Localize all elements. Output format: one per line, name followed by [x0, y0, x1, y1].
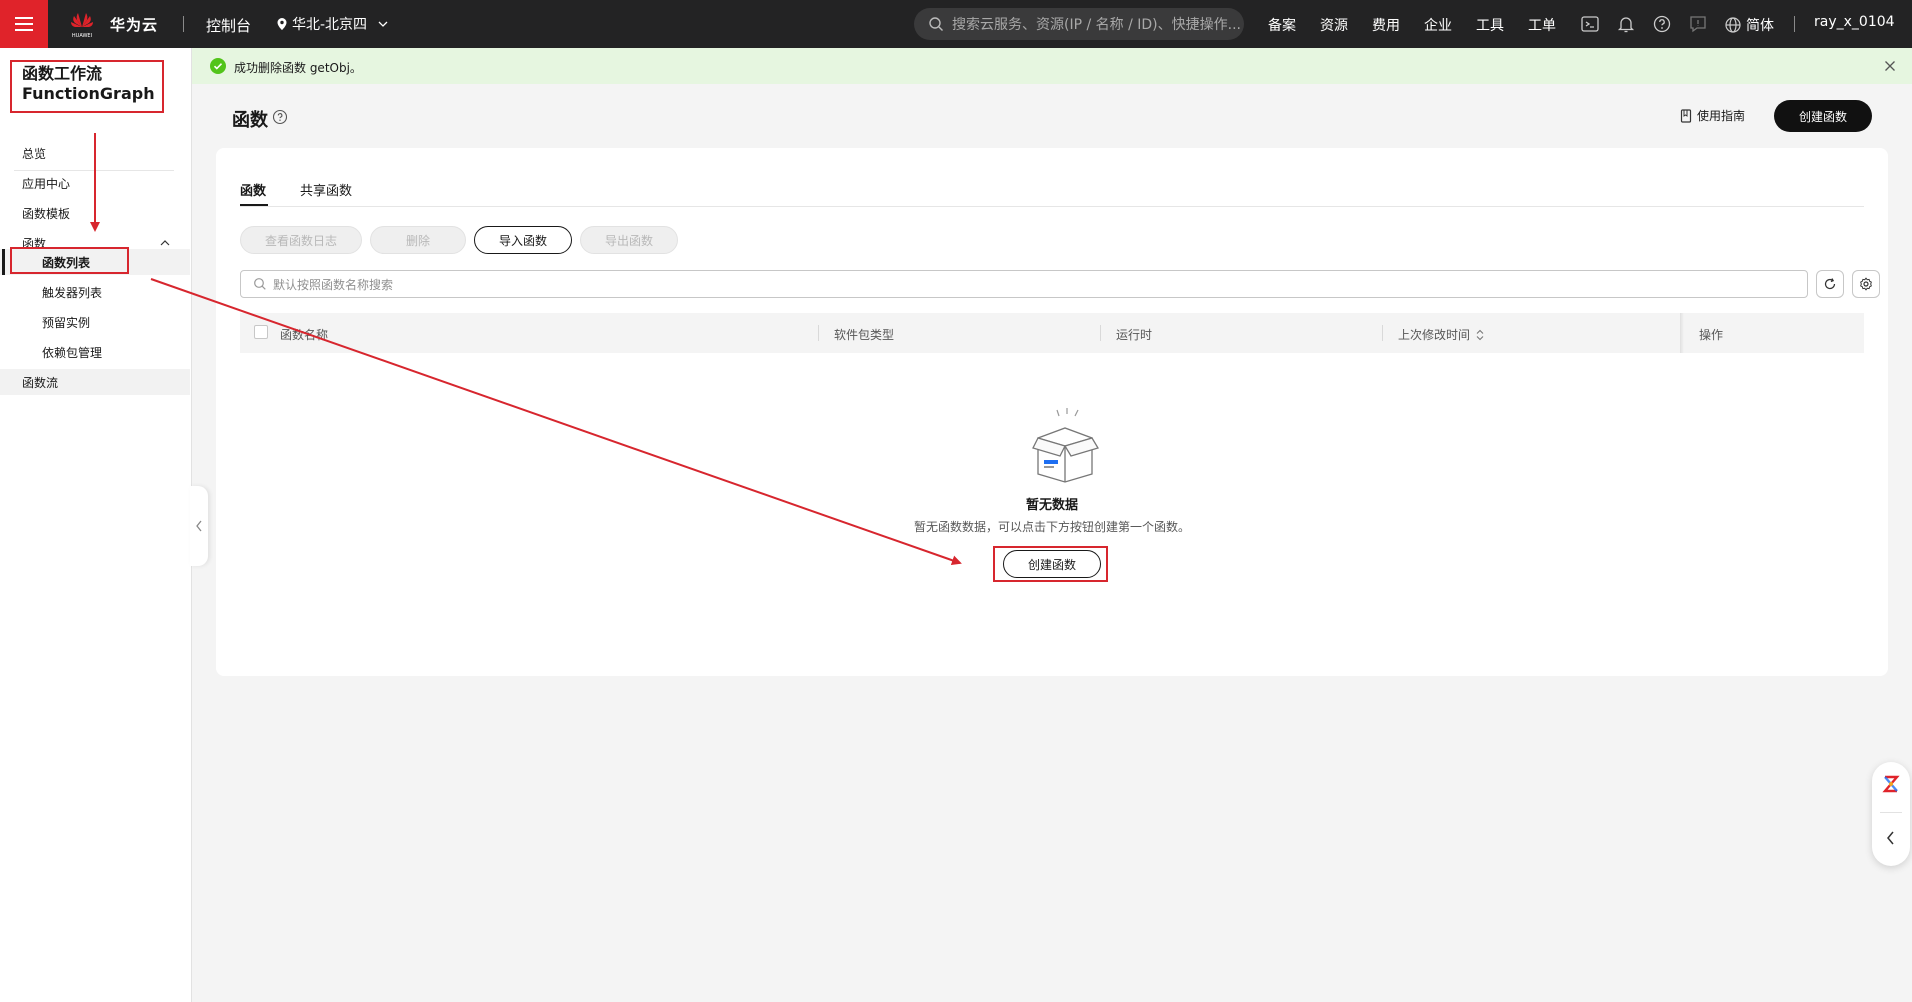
sidebar-item-label: 函数模板 — [22, 206, 71, 221]
top-navigation-bar: HUAWEI 华为云 控制台 华北-北京四 搜索云服务、资源(IP / 名称 /… — [0, 0, 1912, 48]
console-link[interactable]: 控制台 — [206, 15, 251, 36]
sidebar-item-app-center[interactable]: 应用中心 — [0, 170, 190, 196]
empty-state-title: 暂无数据 — [1025, 498, 1078, 513]
active-tab-indicator — [240, 204, 268, 206]
sidebar-item-label: 触发器列表 — [42, 285, 103, 300]
delete-button[interactable]: 删除 — [370, 226, 466, 254]
sidebar-item-function-flow[interactable]: 函数流 — [0, 369, 190, 395]
divider — [1794, 16, 1795, 32]
region-label: 华北-北京四 — [292, 17, 368, 33]
help-circle-icon[interactable] — [1652, 14, 1672, 34]
gear-icon — [1860, 277, 1872, 291]
region-selector[interactable]: 华北-北京四 — [276, 14, 389, 34]
table-header: 函数名称 软件包类型 运行时 上次修改时间 操作 — [240, 313, 1864, 353]
sidebar-item-label: 依赖包管理 — [42, 345, 103, 360]
divider — [1880, 812, 1902, 813]
chevron-left-icon[interactable] — [1883, 830, 1899, 846]
sidebar-item-reserved-instances[interactable]: 预留实例 — [0, 309, 190, 335]
tab-shared-functions[interactable]: 共享函数 — [300, 180, 352, 199]
column-last-modified[interactable]: 上次修改时间 — [1398, 326, 1485, 343]
close-icon[interactable] — [1882, 58, 1898, 74]
globe-icon — [1725, 17, 1741, 33]
sidebar-item-label: 函数流 — [22, 375, 59, 390]
nav-tools[interactable]: 工具 — [1476, 15, 1504, 35]
logo-wordmark: HUAWEI — [72, 33, 92, 39]
language-switcher[interactable]: 简体 — [1724, 15, 1774, 35]
user-account-menu[interactable]: ray_x_0104 — [1814, 14, 1895, 30]
bell-icon[interactable] — [1616, 14, 1636, 34]
success-check-icon — [210, 58, 226, 74]
sidebar-item-label: 预留实例 — [42, 315, 91, 330]
column-package-type[interactable]: 软件包类型 — [834, 326, 894, 343]
function-search-input[interactable]: 默认按照函数名称搜索 — [240, 270, 1808, 298]
empty-state-description: 暂无函数数据，可以点击下方按钮创建第一个函数。 — [913, 520, 1190, 534]
column-runtime[interactable]: 运行时 — [1116, 326, 1152, 343]
location-pin-icon — [277, 18, 287, 30]
column-divider — [1100, 325, 1101, 341]
fixed-column-shadow — [1680, 313, 1684, 353]
empty-box-illustration — [1032, 408, 1099, 483]
floating-assistant-bar — [1872, 762, 1910, 866]
refresh-button[interactable] — [1816, 270, 1844, 298]
assistant-icon[interactable] — [1882, 774, 1900, 794]
tab-divider — [240, 206, 1864, 207]
refresh-icon — [1824, 278, 1836, 290]
sidebar-collapse-handle[interactable] — [190, 486, 208, 566]
global-search-input[interactable]: 搜索云服务、资源(IP / 名称 / ID)、快捷操作... — [914, 8, 1244, 40]
cloud-shell-icon[interactable] — [1580, 14, 1600, 34]
nav-resources[interactable]: 资源 — [1320, 15, 1348, 35]
search-icon — [254, 278, 266, 290]
service-sidebar: 总览 应用中心 函数模板 函数 函数列表 触发器列表 预留实例 依赖包管理 函数… — [0, 48, 192, 1002]
search-icon — [929, 17, 943, 31]
select-all-checkbox[interactable] — [254, 325, 268, 339]
success-notification: 成功删除函数 getObj。 — [192, 48, 1912, 84]
page-title: 函数 — [232, 110, 268, 131]
chevron-down-icon — [378, 21, 388, 27]
nav-tickets[interactable]: 工单 — [1528, 15, 1556, 35]
global-search-placeholder: 搜索云服务、资源(IP / 名称 / ID)、快捷操作... — [952, 17, 1241, 33]
sidebar-item-label: 总览 — [22, 146, 47, 161]
sort-icon[interactable] — [1475, 329, 1485, 341]
nav-enterprise[interactable]: 企业 — [1424, 15, 1452, 35]
sidebar-item-label: 应用中心 — [22, 176, 71, 191]
function-list-card: 函数 共享函数 查看函数日志 删除 导入函数 导出函数 默认按照函数名称搜索 函… — [216, 148, 1888, 676]
view-logs-button[interactable]: 查看函数日志 — [240, 226, 362, 254]
feedback-icon[interactable] — [1688, 14, 1708, 34]
book-icon — [1680, 108, 1692, 123]
chevron-up-icon — [160, 240, 170, 246]
nav-billing[interactable]: 费用 — [1372, 15, 1400, 35]
hamburger-menu-button[interactable] — [0, 0, 48, 48]
sidebar-item-function-templates[interactable]: 函数模板 — [0, 200, 190, 226]
annotation-highlight-box — [993, 546, 1108, 582]
column-last-modified-label: 上次修改时间 — [1398, 328, 1471, 342]
sidebar-item-trigger-list[interactable]: 触发器列表 — [0, 279, 190, 305]
import-function-button[interactable]: 导入函数 — [474, 226, 572, 254]
chevron-left-icon — [196, 520, 202, 532]
huawei-logo-icon[interactable]: HUAWEI — [66, 8, 98, 40]
divider — [183, 16, 184, 32]
user-guide-link[interactable]: 使用指南 — [1680, 107, 1745, 124]
user-guide-label: 使用指南 — [1697, 109, 1746, 123]
tab-functions[interactable]: 函数 — [240, 180, 266, 199]
nav-filing[interactable]: 备案 — [1268, 15, 1296, 35]
language-label: 简体 — [1746, 18, 1774, 34]
column-operations: 操作 — [1699, 328, 1724, 342]
create-function-button[interactable]: 创建函数 — [1774, 100, 1872, 132]
export-function-button[interactable]: 导出函数 — [580, 226, 678, 254]
notification-message: 成功删除函数 getObj。 — [234, 61, 362, 75]
column-divider — [1382, 325, 1383, 341]
column-divider — [818, 325, 819, 341]
brand-name[interactable]: 华为云 — [110, 14, 158, 35]
annotation-highlight-box — [10, 60, 164, 113]
sidebar-item-overview[interactable]: 总览 — [0, 140, 190, 166]
help-icon[interactable] — [272, 109, 288, 125]
column-function-name[interactable]: 函数名称 — [280, 326, 328, 343]
search-placeholder: 默认按照函数名称搜索 — [273, 277, 394, 292]
annotation-highlight-box — [10, 247, 129, 274]
settings-button[interactable] — [1852, 270, 1880, 298]
sidebar-item-dependency-management[interactable]: 依赖包管理 — [0, 339, 190, 365]
